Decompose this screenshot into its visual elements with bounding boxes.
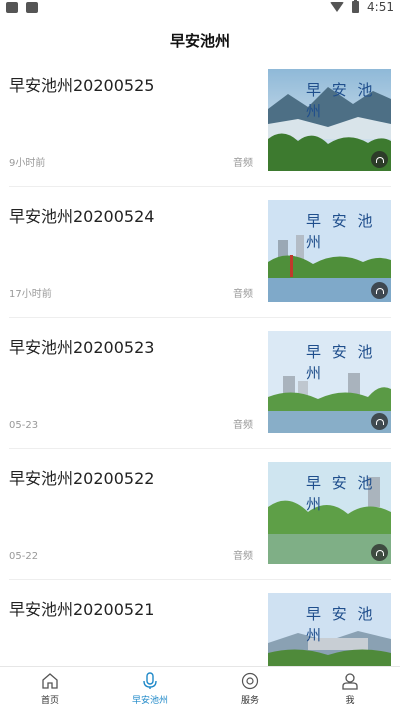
item-time: 9小时前: [9, 158, 46, 169]
item-time: 05-23: [9, 420, 39, 431]
list-item[interactable]: 早安池州20200524 17小时前 音频 早 安 池 州: [9, 187, 391, 318]
thumbnail-title: 早 安 池 州: [306, 474, 376, 513]
bottom-tab-bar: 首页 早安池州 服务 我: [0, 666, 400, 710]
thumbnail-title: 早 安 池 州: [306, 605, 376, 644]
service-icon: [241, 672, 259, 689]
tab-label: 首页: [40, 695, 59, 706]
item-time: 05-22: [9, 551, 39, 562]
headphone-icon: [371, 544, 388, 561]
list-item[interactable]: 早安池州20200522 05-22 音频 早 安 池 州: [9, 449, 391, 580]
list-item[interactable]: 早安池州20200521 早 安 池 州: [9, 580, 391, 666]
item-title: 早安池州20200524: [9, 207, 155, 226]
page-title: 早安池州: [169, 31, 230, 50]
item-title: 早安池州20200523: [9, 338, 155, 357]
item-thumbnail[interactable]: 早 安 池 州: [268, 69, 391, 171]
list-item[interactable]: 早安池州20200525 9小时前 音频 早 安 池 州: [9, 56, 391, 187]
status-bar: 4:51: [0, 0, 400, 14]
item-thumbnail[interactable]: 早 安 池 州: [268, 200, 391, 302]
battery-icon: [352, 0, 360, 13]
item-type: 音频: [233, 289, 253, 300]
item-time: 17小时前: [9, 289, 52, 300]
tab-label: 我: [345, 695, 355, 706]
thumbnail-title: 早 安 池 州: [306, 212, 376, 251]
tab-label: 服务: [240, 695, 259, 706]
headphone-icon: [371, 282, 388, 299]
tab-home[interactable]: 首页: [0, 667, 100, 710]
headphone-icon: [371, 151, 388, 168]
item-type: 音频: [233, 158, 253, 169]
microphone-icon: [143, 671, 157, 689]
list-item[interactable]: 早安池州20200523 05-23 音频 早 安 池 州: [9, 318, 391, 449]
item-title: 早安池州20200522: [9, 469, 155, 488]
status-time: 4:51: [367, 0, 394, 14]
item-title: 早安池州20200521: [9, 600, 155, 619]
notification-icon-2: [26, 1, 38, 13]
item-thumbnail[interactable]: 早 安 池 州: [268, 331, 391, 433]
wifi-icon: [330, 2, 345, 12]
thumbnail-title: 早 安 池 州: [306, 343, 376, 382]
item-thumbnail[interactable]: 早 安 池 州: [268, 462, 391, 564]
tab-service[interactable]: 服务: [200, 667, 300, 710]
item-type: 音频: [233, 420, 253, 431]
item-thumbnail[interactable]: 早 安 池 州: [268, 593, 391, 666]
tab-label: 早安池州: [131, 695, 168, 706]
tab-morning-chizhou[interactable]: 早安池州: [100, 667, 200, 710]
audio-list[interactable]: 早安池州20200525 9小时前 音频 早 安 池 州 早安池州2020052…: [0, 56, 400, 666]
user-icon: [342, 672, 358, 690]
page-header: 早安池州: [0, 24, 400, 56]
home-icon: [42, 672, 58, 689]
item-title: 早安池州20200525: [9, 76, 155, 95]
notification-icon: [6, 1, 18, 13]
headphone-icon: [371, 413, 388, 430]
thumbnail-title: 早 安 池 州: [306, 81, 376, 120]
item-type: 音频: [233, 551, 253, 562]
tab-me[interactable]: 我: [300, 667, 400, 710]
